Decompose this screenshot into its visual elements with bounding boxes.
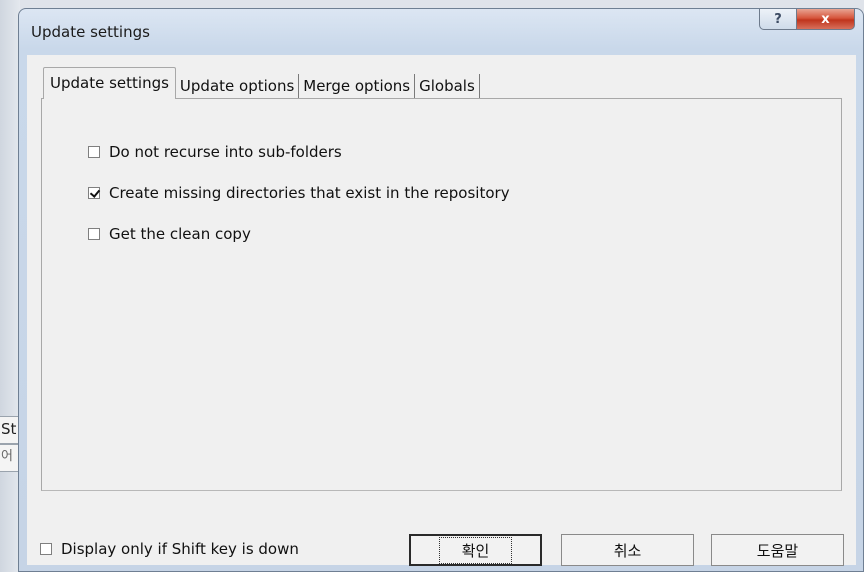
update-settings-dialog: Update settings ? x Update settings Upda… [18, 8, 864, 572]
shift-key-option[interactable]: Display only if Shift key is down [40, 540, 299, 558]
shift-key-checkbox[interactable] [40, 543, 52, 555]
create-missing-dirs-checkbox[interactable] [88, 187, 100, 199]
cancel-button[interactable]: 취소 [561, 534, 694, 566]
dialog-title: Update settings [31, 23, 150, 41]
create-missing-dirs-label: Create missing directories that exist in… [109, 184, 510, 202]
tab-update-settings[interactable]: Update settings [43, 67, 176, 99]
tab-strip: Update settings Update options Merge opt… [43, 67, 480, 99]
close-button[interactable]: x [797, 9, 855, 30]
option-clean-copy[interactable]: Get the clean copy [88, 225, 251, 243]
tab-panel-update-settings: Do not recurse into sub-folders Create m… [41, 98, 842, 491]
shift-key-label: Display only if Shift key is down [61, 540, 299, 558]
tab-update-options[interactable]: Update options [176, 74, 300, 99]
dialog-client-area: Update settings Update options Merge opt… [27, 55, 856, 566]
no-recurse-checkbox[interactable] [88, 146, 100, 158]
background-app [0, 0, 20, 572]
caption-buttons: ? x [759, 9, 855, 31]
close-icon: x [821, 11, 830, 27]
help-button[interactable]: 도움말 [711, 534, 844, 566]
ok-button[interactable]: 확인 [409, 534, 542, 566]
help-caption-button[interactable]: ? [759, 9, 797, 30]
ok-button-label: 확인 [438, 536, 513, 564]
option-create-missing-dirs[interactable]: Create missing directories that exist in… [88, 184, 510, 202]
cancel-button-label: 취소 [613, 541, 642, 560]
question-icon: ? [774, 11, 782, 27]
tab-globals[interactable]: Globals [415, 74, 480, 99]
option-no-recurse[interactable]: Do not recurse into sub-folders [88, 143, 342, 161]
no-recurse-label: Do not recurse into sub-folders [109, 143, 342, 161]
help-button-label: 도움말 [756, 541, 799, 560]
tab-merge-options[interactable]: Merge options [299, 74, 416, 99]
clean-copy-checkbox[interactable] [88, 228, 100, 240]
clean-copy-label: Get the clean copy [109, 225, 251, 243]
